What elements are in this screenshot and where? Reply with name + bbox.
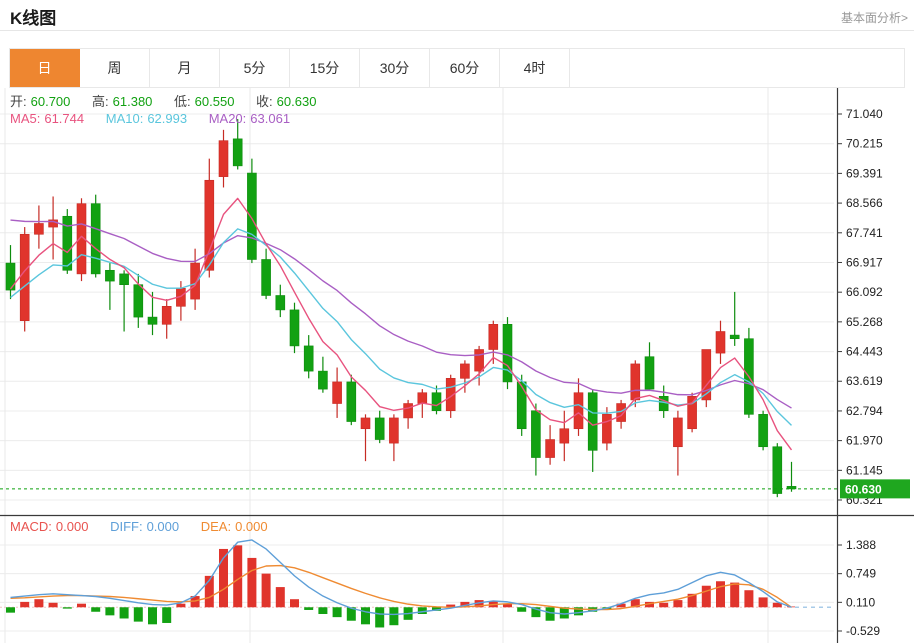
svg-text:61.970: 61.970 [846,434,883,448]
svg-text:60.630: 60.630 [845,482,882,496]
svg-text:1.388: 1.388 [846,538,876,552]
macd-histogram [6,545,796,627]
svg-text:66.917: 66.917 [846,255,883,269]
svg-text:65.268: 65.268 [846,315,883,329]
svg-text:63.619: 63.619 [846,374,883,388]
svg-text:67.741: 67.741 [846,226,883,240]
svg-text:71.040: 71.040 [846,107,883,121]
svg-text:69.391: 69.391 [846,166,883,180]
svg-text:-0.529: -0.529 [846,624,880,638]
kline-chart-canvas[interactable]: 71.040 70.215 69.391 68.566 67.741 66.917 66.0… [0,0,914,643]
svg-text:66.092: 66.092 [846,285,883,299]
svg-text:64.443: 64.443 [846,345,883,359]
svg-text:0.110: 0.110 [846,595,875,609]
svg-text:0.749: 0.749 [846,567,876,581]
svg-text:70.215: 70.215 [846,137,883,151]
svg-text:62.794: 62.794 [846,404,883,418]
svg-text:68.566: 68.566 [846,196,883,210]
svg-text:61.145: 61.145 [846,463,883,477]
current-price-badge: 60.630 [840,479,910,498]
kline-page: K线图 基本面分析> 日周月5分15分30分60分4时 71.04070.215… [0,0,914,643]
